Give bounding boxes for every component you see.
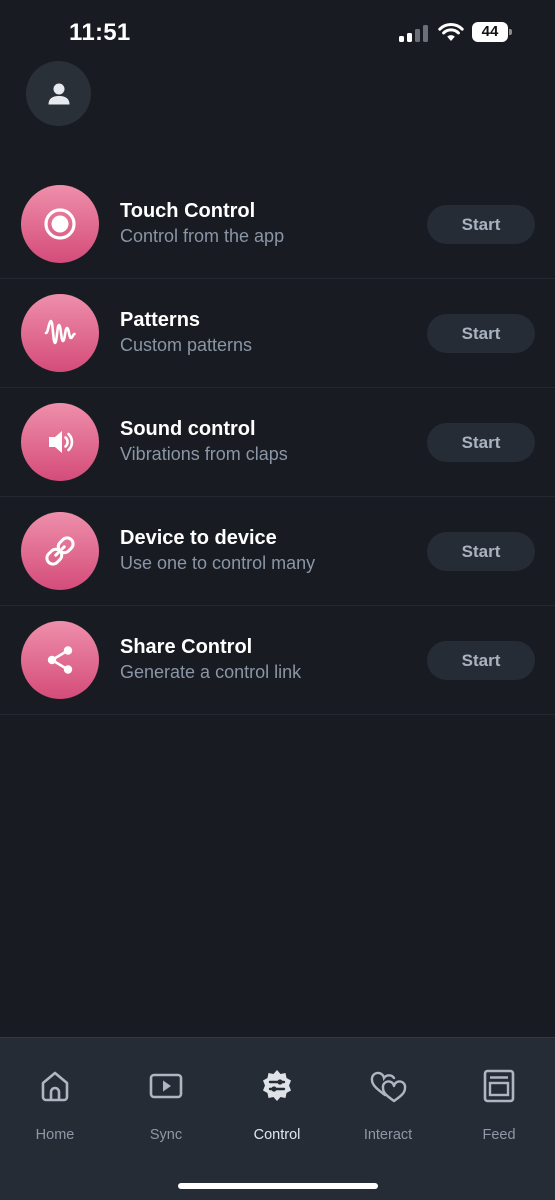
control-title: Share Control <box>120 636 253 658</box>
tab-interact[interactable]: Interact <box>338 1066 438 1156</box>
tab-feed[interactable]: Feed <box>449 1066 549 1156</box>
control-row-touch-control[interactable]: Touch Control Control from the app Start <box>0 170 555 279</box>
control-row-patterns[interactable]: Patterns Custom patterns Start <box>0 279 555 388</box>
control-row-share-control[interactable]: Share Control Generate a control link St… <box>0 606 555 715</box>
touch-target-icon <box>21 185 99 263</box>
control-icon <box>263 1070 291 1101</box>
control-title: Sound control <box>120 418 256 440</box>
battery-level: 44 <box>472 22 508 42</box>
wifi-icon <box>438 23 464 41</box>
start-device-to-device-button[interactable]: Start <box>427 532 535 571</box>
tab-sync[interactable]: Sync <box>116 1066 216 1156</box>
status-time: 11:51 <box>69 19 131 46</box>
bottom-tab-bar: Home Sync Control Interact Feed <box>0 1037 555 1200</box>
control-row-sound-control[interactable]: Sound control Vibrations from claps Star… <box>0 388 555 497</box>
control-title: Touch Control <box>120 200 256 222</box>
profile-button[interactable] <box>26 61 91 126</box>
tab-home[interactable]: Home <box>5 1066 105 1156</box>
user-icon <box>48 83 69 104</box>
pattern-wave-icon <box>21 294 99 372</box>
battery-icon: 44 <box>472 22 512 42</box>
cellular-signal-icon <box>399 24 429 42</box>
tab-label: Feed <box>482 1127 516 1143</box>
status-bar: 11:51 44 <box>0 0 555 66</box>
play-icon <box>149 1073 183 1099</box>
hearts-icon <box>370 1071 407 1103</box>
control-subtitle: Control from the app <box>120 226 285 246</box>
control-row-device-to-device[interactable]: Device to device Use one to control many… <box>0 497 555 606</box>
start-sound-control-button[interactable]: Start <box>427 423 535 462</box>
control-title: Patterns <box>120 309 201 331</box>
tab-label: Sync <box>149 1127 183 1143</box>
control-subtitle: Vibrations from claps <box>120 444 288 464</box>
tab-label: Interact <box>363 1127 413 1143</box>
control-subtitle: Generate a control link <box>120 662 302 682</box>
link-icon <box>21 512 99 590</box>
control-subtitle: Custom patterns <box>120 335 253 355</box>
tab-label: Control <box>253 1127 301 1143</box>
speaker-icon <box>21 403 99 481</box>
control-options-list: Touch Control Control from the app Start… <box>0 170 555 715</box>
start-patterns-button[interactable]: Start <box>427 314 535 353</box>
start-share-control-button[interactable]: Start <box>427 641 535 680</box>
share-icon <box>21 621 99 699</box>
start-touch-control-button[interactable]: Start <box>427 205 535 244</box>
control-subtitle: Use one to control many <box>120 553 316 573</box>
control-title: Device to device <box>120 527 277 549</box>
home-icon <box>41 1071 69 1102</box>
tab-control[interactable]: Control <box>227 1066 327 1156</box>
home-indicator[interactable] <box>178 1183 378 1189</box>
tab-label: Home <box>35 1127 75 1143</box>
control-screen: 11:51 44 Touch Control Control from the … <box>0 0 555 1200</box>
feed-icon <box>483 1069 515 1103</box>
